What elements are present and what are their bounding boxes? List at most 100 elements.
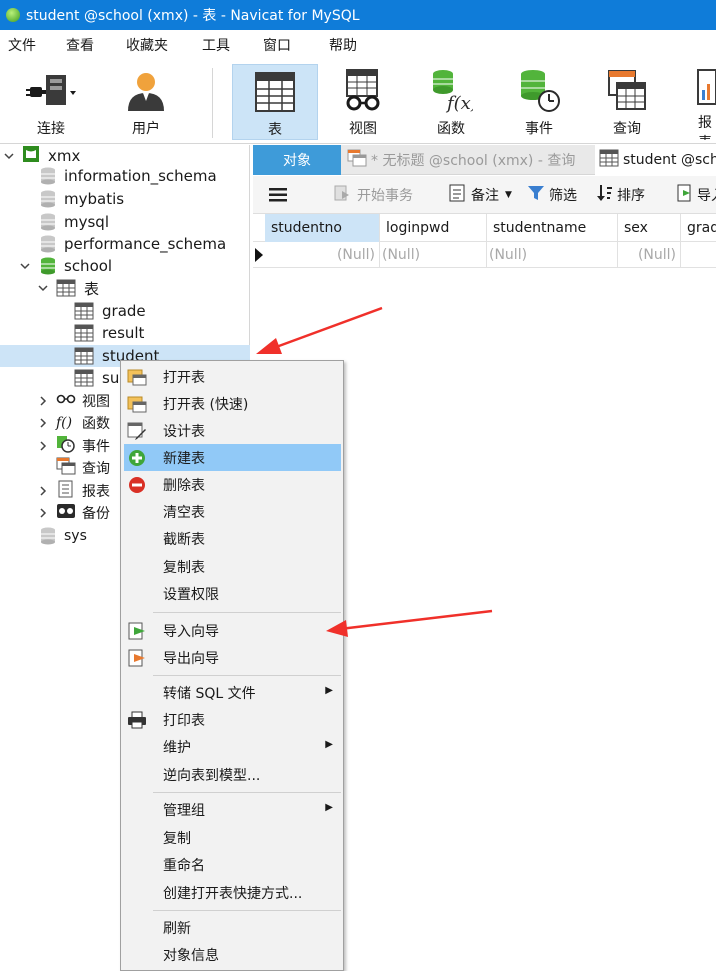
export-wizard-icon — [127, 648, 147, 668]
window-title: student @school (xmx) - 表 - Navicat for … — [26, 8, 360, 24]
cell-studentno[interactable]: (Null) — [265, 242, 380, 268]
menu-item-rename[interactable]: 重命名 — [121, 851, 343, 878]
folder-open-icon — [127, 367, 147, 387]
chevron-right-icon[interactable] — [38, 486, 48, 496]
menu-window[interactable]: 窗口 — [263, 35, 291, 55]
menu-file[interactable]: 文件 — [8, 35, 36, 55]
column-header-studentno[interactable]: studentno — [265, 214, 380, 242]
database-icon — [40, 235, 56, 253]
tree-db-information-schema[interactable]: information_schema — [0, 165, 250, 187]
tree-table-result[interactable]: result — [0, 322, 250, 344]
column-header-loginpwd[interactable]: loginpwd — [380, 214, 487, 242]
query-icon — [602, 66, 652, 116]
table-icon — [74, 369, 94, 387]
begin-transaction-button[interactable]: 开始事务 — [333, 176, 413, 214]
query-icon — [347, 149, 367, 171]
menu-item-object-info[interactable]: 对象信息 — [121, 941, 343, 968]
tree-db-performance-schema[interactable]: performance_schema — [0, 233, 250, 255]
menu-item-dump-sql[interactable]: 转储 SQL 文件 ▶ — [121, 679, 343, 706]
grid-header: studentno loginpwd studentname sex grade… — [253, 214, 716, 242]
cell-gradeid[interactable] — [681, 242, 716, 268]
menu-item-empty-table[interactable]: 清空表 — [121, 498, 343, 525]
database-icon — [40, 527, 56, 545]
menu-item-manage-group[interactable]: 管理组 ▶ — [121, 796, 343, 823]
memo-button[interactable]: 备注 ▼ — [449, 176, 512, 214]
title-bar: student @school (xmx) - 表 - Navicat for … — [0, 0, 716, 30]
tree-db-mysql[interactable]: mysql — [0, 211, 250, 233]
import-button[interactable]: 导入 — [671, 176, 716, 214]
menu-item-export-wizard[interactable]: 导出向导 — [121, 644, 343, 671]
menu-view[interactable]: 查看 — [66, 35, 94, 55]
tree-connection-xmx[interactable]: xmx — [0, 145, 250, 167]
tab-bar: 对象 * 无标题 @school (xmx) - 查询 student @sch… — [253, 145, 716, 175]
database-icon — [40, 257, 56, 275]
menu-item-reverse-to-model[interactable]: 逆向表到模型... — [121, 761, 343, 788]
menu-item-design-table[interactable]: 设计表 — [121, 417, 343, 444]
hamburger-menu-icon[interactable] — [269, 176, 287, 214]
current-row-indicator-icon — [255, 248, 263, 266]
menu-item-delete-table[interactable]: 删除表 — [121, 471, 343, 498]
sort-button[interactable]: 排序 — [597, 176, 645, 214]
cell-sex[interactable]: (Null) — [618, 242, 681, 268]
chevron-right-icon[interactable] — [38, 396, 48, 406]
menu-favorites[interactable]: 收藏夹 — [126, 35, 168, 55]
table-button[interactable]: 表 — [232, 64, 318, 140]
view-button[interactable]: 视图 — [320, 64, 406, 140]
menu-item-import-wizard[interactable]: 导入向导 — [121, 617, 343, 644]
menu-item-truncate-table[interactable]: 截断表 — [121, 525, 343, 552]
menu-item-new-table[interactable]: 新建表 — [124, 444, 341, 471]
function-icon: f() — [56, 415, 73, 431]
data-grid: studentno loginpwd studentname sex grade… — [253, 214, 716, 274]
user-icon — [121, 66, 171, 116]
tab-student-table[interactable]: student @school — [595, 145, 716, 175]
menu-item-maintain[interactable]: 维护 ▶ — [121, 733, 343, 760]
menu-item-duplicate-table[interactable]: 复制表 — [121, 553, 343, 580]
report-icon — [56, 480, 76, 502]
user-button[interactable]: 用户 — [103, 64, 189, 140]
cell-loginpwd[interactable]: (Null) — [380, 242, 487, 268]
chevron-down-icon[interactable] — [4, 151, 14, 161]
event-clock-icon — [56, 435, 76, 457]
table-icon — [74, 302, 94, 320]
report-button[interactable]: 报表 — [672, 64, 716, 140]
column-header-studentname[interactable]: studentname — [487, 214, 618, 242]
menu-separator — [153, 910, 341, 911]
menu-item-open-table-fast[interactable]: 打开表 (快速) — [121, 390, 343, 417]
folder-open-icon — [127, 394, 147, 414]
chevron-down-icon[interactable] — [38, 283, 48, 293]
chevron-right-icon[interactable] — [38, 441, 48, 451]
menu-item-copy[interactable]: 复制 — [121, 824, 343, 851]
event-icon — [514, 66, 564, 116]
tree-db-school[interactable]: school — [0, 255, 250, 277]
menu-item-open-table[interactable]: 打开表 — [121, 363, 343, 390]
query-button[interactable]: 查询 — [584, 64, 670, 140]
menu-help[interactable]: 帮助 — [329, 35, 357, 55]
column-header-gradeid[interactable]: gradeid — [681, 214, 716, 242]
menu-item-create-shortcut[interactable]: 创建打开表快捷方式... — [121, 879, 343, 906]
connect-button[interactable]: 连接 — [8, 64, 94, 140]
table-icon — [74, 324, 94, 342]
tree-table-grade[interactable]: grade — [0, 300, 250, 322]
tree-tables-node[interactable]: 表 — [0, 277, 250, 299]
column-header-sex[interactable]: sex — [618, 214, 681, 242]
cell-studentname[interactable]: (Null) — [487, 242, 618, 268]
menu-item-set-permissions[interactable]: 设置权限 — [121, 580, 343, 607]
submenu-arrow-icon: ▶ — [325, 802, 333, 813]
table-row[interactable]: (Null) (Null) (Null) (Null) — [253, 242, 716, 268]
chevron-right-icon[interactable] — [38, 418, 48, 428]
dropdown-arrow-icon[interactable]: ▼ — [505, 190, 512, 200]
chevron-right-icon[interactable] — [38, 508, 48, 518]
chevron-down-icon[interactable] — [20, 261, 30, 271]
filter-button[interactable]: 筛选 — [527, 176, 577, 214]
function-button[interactable]: f(x) 函数 — [408, 64, 494, 140]
menu-tools[interactable]: 工具 — [202, 35, 230, 55]
tab-objects[interactable]: 对象 — [253, 145, 341, 175]
tree-db-mybatis[interactable]: mybatis — [0, 188, 250, 210]
printer-icon — [127, 710, 147, 730]
menu-item-print-table[interactable]: 打印表 — [121, 706, 343, 733]
tab-untitled-query[interactable]: * 无标题 @school (xmx) - 查询 — [341, 145, 593, 175]
event-button[interactable]: 事件 — [496, 64, 582, 140]
menu-bar: 文件 查看 收藏夹 工具 窗口 帮助 — [0, 30, 716, 60]
menu-item-refresh[interactable]: 刷新 — [121, 914, 343, 941]
toolbar-separator — [212, 68, 213, 138]
